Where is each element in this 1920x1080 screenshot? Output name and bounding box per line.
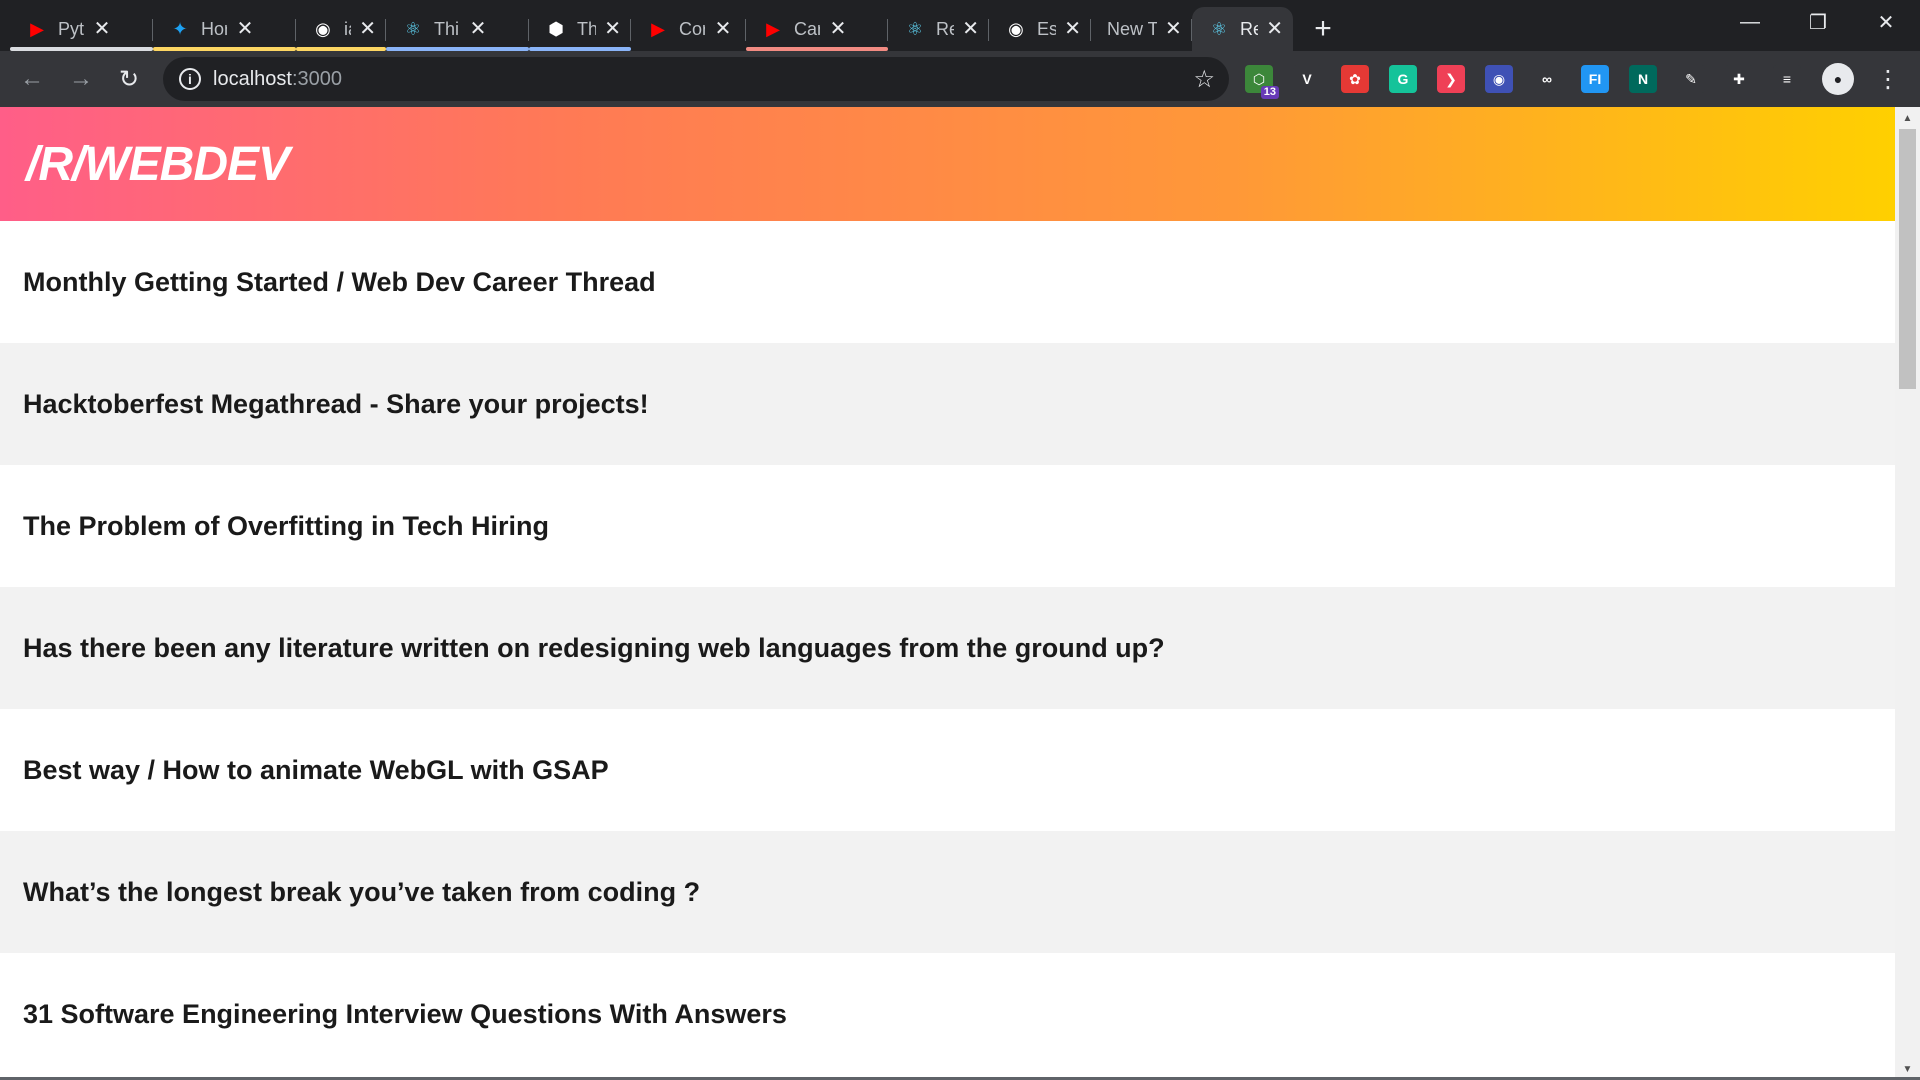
- scroll-up-icon[interactable]: ▲: [1895, 107, 1920, 129]
- media-control-icon[interactable]: ≡: [1773, 65, 1801, 93]
- browser-toolbar: ← → ↻ i localhost:3000 ☆ ⬡ 13 V ✿ G ❯ ◉ ∞ FI N ✎ ✚ ≡…: [0, 51, 1920, 107]
- bookmark-star-icon[interactable]: ☆: [1193, 65, 1215, 94]
- tab-title: Thir: [577, 18, 597, 39]
- close-tab-icon[interactable]: ✕: [468, 19, 488, 39]
- pen-ext-icon[interactable]: ✎: [1677, 65, 1705, 93]
- post-row[interactable]: The Problem of Overfitting in Tech Hirin…: [0, 465, 1895, 587]
- react-icon: ⚛: [1210, 18, 1228, 39]
- reload-button[interactable]: ↻: [111, 61, 147, 97]
- close-tab-icon[interactable]: ✕: [828, 19, 848, 39]
- post-title[interactable]: Best way / How to animate WebGL with GSA…: [23, 755, 609, 786]
- n-ext-icon[interactable]: N: [1629, 65, 1657, 93]
- page-title: /R/WEBDEV: [26, 138, 290, 191]
- tab-title: Esp: [1037, 18, 1057, 39]
- back-button[interactable]: ←: [14, 61, 50, 97]
- browser-tab[interactable]: ◉ Esp ✕: [989, 7, 1091, 51]
- extension-badge: 13: [1260, 86, 1279, 99]
- post-title[interactable]: 31 Software Engineering Interview Questi…: [23, 999, 787, 1030]
- profile-avatar[interactable]: ●: [1822, 63, 1854, 95]
- pocket-icon[interactable]: ❯: [1437, 65, 1465, 93]
- url-text[interactable]: localhost:3000: [213, 68, 342, 91]
- tab-title: iam: [344, 18, 351, 39]
- youtube-icon: ▶: [651, 18, 665, 39]
- close-tab-icon[interactable]: ✕: [1064, 19, 1081, 39]
- page-viewport: /R/WEBDEV Monthly Getting Started / Web …: [0, 107, 1920, 1080]
- post-row[interactable]: Hacktoberfest Megathread - Share your pr…: [0, 343, 1895, 465]
- vue-devtools-icon[interactable]: V: [1293, 65, 1321, 93]
- tab-title: Rea: [936, 18, 955, 39]
- tab-title: Pytl: [58, 18, 84, 39]
- browser-tab[interactable]: New Tal ✕: [1091, 7, 1192, 51]
- close-tab-icon[interactable]: ✕: [713, 19, 733, 39]
- tab-strip: ▶ Pytl ✕ ✦ Hor ✕ ◉ iam ✕ ⚛ Thir ✕ ⬢ Thir ✕ ▶ Cor ✕ ▶ Car ✕ ⚛ R…: [0, 0, 1920, 51]
- browser-tab[interactable]: ⚛ Thir ✕: [386, 7, 529, 51]
- ext-red-icon[interactable]: ✿: [1341, 65, 1369, 93]
- minimize-button[interactable]: —: [1716, 0, 1784, 44]
- codesandbox-icon: ⬢: [548, 18, 564, 39]
- scrollbar[interactable]: ▲ ▼: [1895, 107, 1920, 1080]
- page-header: /R/WEBDEV: [0, 107, 1895, 221]
- post-title[interactable]: Has there been any literature written on…: [23, 633, 1165, 664]
- post-list: Monthly Getting Started / Web Dev Career…: [0, 221, 1895, 1075]
- youtube-icon: ▶: [766, 18, 780, 39]
- close-tab-icon[interactable]: ✕: [359, 19, 376, 39]
- post-row[interactable]: Monthly Getting Started / Web Dev Career…: [0, 221, 1895, 343]
- browser-tab[interactable]: ⚛ Rea ✕: [1192, 7, 1293, 51]
- url-port: :3000: [291, 67, 342, 90]
- ext-glasses-icon[interactable]: ∞: [1533, 65, 1561, 93]
- youtube-icon: ▶: [30, 18, 44, 39]
- post-row[interactable]: Best way / How to animate WebGL with GSA…: [0, 709, 1895, 831]
- close-tab-icon[interactable]: ✕: [962, 19, 979, 39]
- browser-tab[interactable]: ▶ Cor ✕: [631, 7, 746, 51]
- restore-button[interactable]: ❐: [1784, 0, 1852, 44]
- react-icon: ⚛: [906, 18, 924, 39]
- grammarly-icon[interactable]: G: [1389, 65, 1417, 93]
- close-window-button[interactable]: ✕: [1852, 0, 1920, 44]
- browser-tab[interactable]: ✦ Hor ✕: [153, 7, 296, 51]
- tab-title: Hor: [201, 18, 227, 39]
- window-controls: — ❐ ✕: [1716, 0, 1920, 44]
- close-tab-icon[interactable]: ✕: [92, 19, 112, 39]
- screen-capture-icon[interactable]: ◉: [1485, 65, 1513, 93]
- browser-tab[interactable]: ◉ iam ✕: [296, 7, 386, 51]
- github-icon: ◉: [315, 18, 331, 39]
- tab-title: Thir: [434, 18, 460, 39]
- address-bar[interactable]: i localhost:3000 ☆: [163, 57, 1229, 101]
- tab-title: Cor: [679, 18, 705, 39]
- site-info-icon[interactable]: i: [179, 68, 201, 90]
- scrollbar-thumb[interactable]: [1899, 129, 1916, 389]
- post-row[interactable]: What’s the longest break you’ve taken fr…: [0, 831, 1895, 953]
- close-tab-icon[interactable]: ✕: [1266, 19, 1283, 39]
- close-tab-icon[interactable]: ✕: [604, 19, 621, 39]
- post-title[interactable]: Monthly Getting Started / Web Dev Career…: [23, 267, 656, 298]
- forward-button[interactable]: →: [63, 61, 99, 97]
- browser-tab[interactable]: ▶ Car ✕: [746, 7, 888, 51]
- tab-title: Car: [794, 18, 820, 39]
- tab-list: ▶ Pytl ✕ ✦ Hor ✕ ◉ iam ✕ ⚛ Thir ✕ ⬢ Thir ✕ ▶ Cor ✕ ▶ Car ✕ ⚛ R…: [10, 7, 1345, 51]
- menu-icon[interactable]: ⋮: [1876, 65, 1900, 94]
- github-icon: ◉: [1008, 18, 1024, 39]
- post-title[interactable]: Hacktoberfest Megathread - Share your pr…: [23, 389, 649, 420]
- tab-title: Rea: [1240, 18, 1259, 39]
- fi-ext-icon[interactable]: FI: [1581, 65, 1609, 93]
- close-tab-icon[interactable]: ✕: [235, 19, 255, 39]
- browser-tab[interactable]: ⚛ Rea ✕: [888, 7, 989, 51]
- twitter-icon: ✦: [172, 18, 188, 39]
- post-row[interactable]: 31 Software Engineering Interview Questi…: [0, 953, 1895, 1075]
- nodejs-ext-icon[interactable]: ⬡ 13: [1245, 65, 1279, 99]
- browser-tab[interactable]: ▶ Pytl ✕: [10, 7, 153, 51]
- post-row[interactable]: Has there been any literature written on…: [0, 587, 1895, 709]
- tab-title: New Tal: [1107, 18, 1157, 39]
- react-icon: ⚛: [404, 18, 422, 39]
- url-host: localhost: [213, 67, 292, 90]
- close-tab-icon[interactable]: ✕: [1165, 19, 1182, 39]
- puzzle-icon[interactable]: ✚: [1725, 65, 1753, 93]
- new-tab-button[interactable]: +: [1301, 7, 1345, 51]
- post-title[interactable]: The Problem of Overfitting in Tech Hirin…: [23, 511, 549, 542]
- post-title[interactable]: What’s the longest break you’ve taken fr…: [23, 877, 700, 908]
- extensions-bar: ⬡ 13 V ✿ G ❯ ◉ ∞ FI N ✎ ✚ ≡: [1245, 61, 1821, 99]
- browser-tab[interactable]: ⬢ Thir ✕: [529, 7, 631, 51]
